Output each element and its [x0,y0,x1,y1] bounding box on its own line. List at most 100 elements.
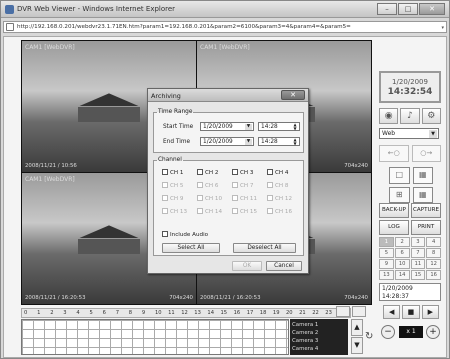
camera-resolution: 704x240 [344,163,368,169]
layout-quad-icon[interactable]: ▦ [412,167,433,184]
address-bar[interactable]: http://192.168.0.201/webdvr23.1.71EN.htm… [3,21,447,33]
eye-icon[interactable]: ◉ [379,108,399,124]
channel-checkbox-9[interactable]: CH 9 [162,195,183,202]
channel-checkbox-5[interactable]: CH 5 [162,182,183,189]
layout-nine-icon[interactable]: ⊞ [389,186,410,203]
channel-button-3[interactable]: 3 [410,237,426,247]
channel-button-5[interactable]: 5 [379,248,394,258]
channel-checkbox-13[interactable]: CH 13 [162,208,187,215]
scroll-tool-icon[interactable] [352,306,366,317]
channel-checkbox-10[interactable]: CH 10 [197,195,222,202]
zoom-tool-icon[interactable] [336,306,350,317]
time-range-group: Time Range [153,109,304,153]
close-button[interactable]: ✕ [419,3,445,15]
ptz-left-icon[interactable]: ←○ [379,145,409,162]
timeline-hour-label: 14 [207,310,214,316]
address-url[interactable]: http://192.168.0.201/webdvr23.1.71EN.htm… [17,24,351,30]
chevron-down-icon[interactable]: ▼ [245,124,252,130]
dialog-close-button[interactable]: ✕ [281,90,305,100]
camera-list-scroll: ▲ ▼ [351,319,363,355]
mode-select[interactable]: Web ▼ [379,128,439,139]
gear-icon[interactable]: ⚙ [421,108,441,124]
ok-button[interactable]: OK [232,261,262,271]
spinner-arrows-icon[interactable]: ▲ ▼ [292,123,298,131]
play-icon[interactable]: ▶ [421,305,439,319]
minimize-button[interactable]: – [377,3,397,15]
channel-checkbox-label: CH 16 [275,209,293,215]
layout-single-icon[interactable]: □ [389,167,410,184]
channel-checkbox-label: CH 5 [170,183,184,189]
channel-button-13[interactable]: 13 [379,270,394,280]
channel-button-16[interactable]: 16 [426,270,441,280]
timeline-hour-label: 17 [246,310,254,316]
channel-checkbox-6[interactable]: CH 6 [197,182,218,189]
speed-down-icon[interactable]: − [381,325,395,339]
camera-list-item[interactable]: Camera 4 [292,345,346,353]
stop-icon[interactable]: ■ [402,305,420,319]
channel-checkbox-1[interactable]: CH 1 [162,169,183,176]
channel-grid: 1 2 3 4 5 6 7 8 9 10 11 12 13 14 15 16 [379,237,441,280]
ptz-right-icon[interactable]: ○→ [411,145,441,162]
channel-button-1[interactable]: 1 [379,237,394,247]
channel-button-6[interactable]: 6 [394,248,410,258]
channel-button-7[interactable]: 7 [410,248,426,258]
channel-button-8[interactable]: 8 [426,248,441,258]
channel-checkbox-12[interactable]: CH 12 [267,195,292,202]
speed-up-icon[interactable]: + [426,325,440,339]
include-audio-checkbox[interactable]: Include Audio [162,231,208,238]
maximize-button[interactable]: □ [398,3,418,15]
print-button[interactable]: PRINT [411,220,441,235]
camera-list: Camera 1 Camera 2 Camera 3 Camera 4 [290,319,348,355]
spinner-arrows-icon[interactable]: ▲ ▼ [292,138,298,146]
channel-checkbox-8[interactable]: CH 8 [267,182,288,189]
channel-button-9[interactable]: 9 [379,259,394,269]
channel-checkbox-15[interactable]: CH 15 [232,208,257,215]
deselect-all-button[interactable]: Deselect All [233,243,296,253]
chevron-down-icon[interactable]: ▼ [429,130,437,138]
recording-timeline-grid[interactable] [21,319,289,355]
capture-button[interactable]: CAPTURE [411,203,441,218]
channel-button-4[interactable]: 4 [426,237,441,247]
cancel-button[interactable]: Cancel [266,261,302,271]
start-date-select[interactable]: 1/20/2009 ▼ [200,122,254,131]
end-date-select[interactable]: 1/20/2009 ▼ [200,137,254,146]
channel-button-14[interactable]: 14 [394,270,410,280]
channel-checkbox-7[interactable]: CH 7 [232,182,253,189]
channel-checkbox-label: CH 1 [170,170,184,176]
timeline-hour-label: 15 [220,310,228,316]
channel-button-2[interactable]: 2 [394,237,410,247]
rewind-icon[interactable]: ◀ [383,305,401,319]
clock-time: 14:32:54 [387,87,433,97]
chevron-down-icon[interactable]: ▼ [245,139,252,145]
timeline-hour-label: 5 [89,310,93,316]
camera-list-item[interactable]: Camera 3 [292,337,346,345]
channel-checkbox-14[interactable]: CH 14 [197,208,222,215]
channel-checkbox-11[interactable]: CH 11 [232,195,257,202]
camera-list-item[interactable]: Camera 2 [292,329,346,337]
scroll-up-icon[interactable]: ▲ [351,319,363,336]
mic-icon[interactable]: ♪ [400,108,420,124]
channel-button-10[interactable]: 10 [394,259,410,269]
channel-button-15[interactable]: 15 [410,270,426,280]
start-time-spinner[interactable]: 14:28 ▲ ▼ [258,122,300,131]
log-button[interactable]: LOG [379,220,409,235]
address-dropdown-icon[interactable]: ▾ [441,25,444,31]
channel-checkbox-2[interactable]: CH 2 [197,169,218,176]
channel-checkbox-4[interactable]: CH 4 [267,169,288,176]
channel-checkbox-3[interactable]: CH 3 [232,169,253,176]
include-audio-label: Include Audio [170,232,209,238]
channel-button-12[interactable]: 12 [426,259,441,269]
end-time-spinner[interactable]: 14:28 ▲ ▼ [258,137,300,146]
select-all-button[interactable]: Select All [162,243,220,253]
camera-name: CAM1 [WebDVR] [25,176,75,183]
channel-checkbox-label: CH 13 [170,209,188,215]
channel-checkbox-16[interactable]: CH 16 [267,208,292,215]
layout-sixteen-icon[interactable]: ▦ [412,186,433,203]
dialog-title-bar: Archiving ✕ [148,89,308,102]
scroll-down-icon[interactable]: ▼ [351,337,363,354]
camera-list-item[interactable]: Camera 1 [292,321,346,329]
channel-button-11[interactable]: 11 [410,259,426,269]
backup-button[interactable]: BACK-UP [379,203,409,218]
timeline-hour-label: 9 [141,310,146,316]
timeline-ruler[interactable]: 0123456789101112131415161718192021222324 [21,308,351,318]
